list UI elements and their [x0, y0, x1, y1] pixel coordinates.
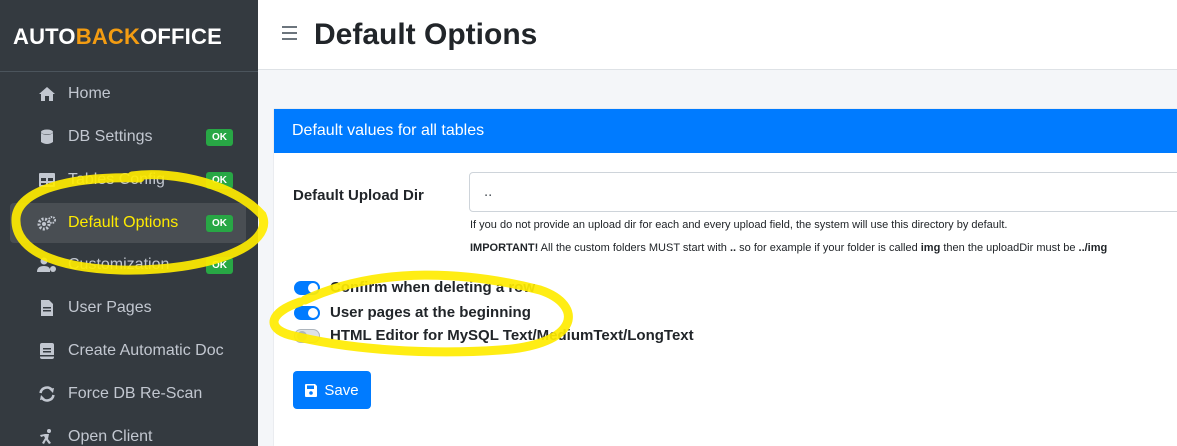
sidebar-item-home[interactable]: Home [10, 74, 246, 114]
floppy-disk-icon [305, 383, 318, 397]
sidebar-item-label: Home [68, 85, 111, 102]
book-icon [37, 341, 57, 361]
save-button[interactable]: Save [293, 371, 371, 409]
sidebar-item-customization[interactable]: Customization OK [10, 245, 246, 285]
sidebar: AUTOBACKOFFICE Home DB Settings OK Table… [0, 0, 258, 446]
toggle-switch[interactable] [294, 305, 320, 320]
brand-part-office: OFFICE [140, 24, 222, 49]
sidebar-item-default-options[interactable]: Default Options OK [10, 203, 246, 243]
sidebar-item-force-db-rescan[interactable]: Force DB Re-Scan [10, 374, 246, 414]
status-badge: OK [206, 129, 233, 146]
database-icon [37, 127, 57, 147]
save-button-label: Save [324, 381, 359, 399]
sidebar-item-db-settings[interactable]: DB Settings OK [10, 117, 246, 157]
page-title: Default Options [314, 18, 538, 51]
note-img: img [920, 242, 941, 254]
table-icon [37, 170, 57, 190]
brand-part-auto: AUTO [13, 24, 76, 49]
note-text-a: All the custom folders MUST start with [538, 242, 730, 254]
sidebar-item-label: Open Client [68, 428, 153, 445]
note-text-b: so for example if your folder is called [736, 242, 921, 254]
brand-part-back: BACK [75, 24, 141, 49]
note-text-c: then the uploadDir must be [940, 242, 1079, 254]
file-icon [37, 298, 57, 318]
upload-dir-input[interactable]: .. [469, 172, 1177, 212]
sidebar-item-open-client[interactable]: Open Client [10, 417, 246, 446]
switch-label: User pages at the beginning [330, 304, 531, 321]
upload-dir-help: If you do not provide an upload dir for … [470, 219, 1008, 231]
important-label: IMPORTANT! [470, 242, 539, 254]
sidebar-item-user-pages[interactable]: User Pages [10, 288, 246, 328]
toggle-switch[interactable] [294, 328, 320, 343]
switch-label: Confirm when deleting a row [330, 279, 536, 296]
running-icon [37, 427, 57, 446]
card-title: Default values for all tables [274, 109, 1177, 153]
status-badge: OK [206, 215, 233, 232]
sidebar-item-label: Tables Config [68, 171, 165, 188]
note-path: ../img [1078, 242, 1108, 254]
sync-icon [37, 384, 57, 404]
sidebar-item-create-automatic-doc[interactable]: Create Automatic Doc [10, 331, 246, 371]
sidebar-item-label: User Pages [68, 299, 152, 316]
switch-label: HTML Editor for MySQL Text/MediumText/Lo… [330, 327, 694, 344]
status-badge: OK [206, 257, 233, 274]
sidebar-item-tables-config[interactable]: Tables Config OK [10, 160, 246, 200]
status-badge: OK [206, 172, 233, 189]
upload-dir-label: Default Upload Dir [293, 187, 424, 204]
sidebar-item-label: Default Options [68, 214, 179, 231]
default-values-card: Default values for all tables Default Up… [274, 109, 1177, 446]
home-icon [37, 84, 57, 104]
cogs-icon [37, 213, 57, 233]
sidebar-item-label: DB Settings [68, 128, 153, 145]
switch-html-editor[interactable]: HTML Editor for MySQL Text/MediumText/Lo… [294, 327, 694, 344]
menu-toggle-icon[interactable] [282, 22, 302, 44]
sidebar-item-label: Customization [68, 256, 170, 273]
upload-dir-important-note: IMPORTANT! All the custom folders MUST s… [470, 242, 1107, 254]
users-cog-icon [37, 255, 57, 275]
toggle-switch[interactable] [294, 280, 320, 295]
switch-user-pages-beginning[interactable]: User pages at the beginning [294, 304, 531, 321]
sidebar-item-label: Force DB Re-Scan [68, 385, 203, 402]
brand-logo[interactable]: AUTOBACKOFFICE [0, 0, 258, 72]
sidebar-item-label: Create Automatic Doc [68, 342, 224, 359]
switch-confirm-delete[interactable]: Confirm when deleting a row [294, 279, 535, 296]
app-root: AUTOBACKOFFICE Home DB Settings OK Table… [0, 0, 1177, 446]
top-header: Default Options [258, 0, 1177, 70]
